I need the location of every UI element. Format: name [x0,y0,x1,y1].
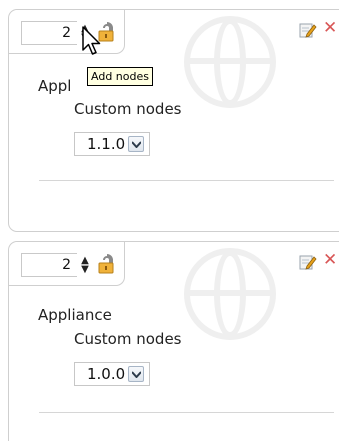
red-x-icon[interactable]: ✕ [323,250,337,270]
version-select[interactable]: 1.1.0 [74,132,150,156]
chevron-down-icon[interactable] [128,136,144,152]
custom-nodes-label: Custom nodes [74,100,182,118]
appliance-title: Appl [38,77,72,95]
node-count-input[interactable]: 2 [21,21,77,45]
up-down-arrows-icon[interactable]: ▲ ▼ [80,256,90,276]
version-select[interactable]: 1.0.0 [74,362,150,386]
chevron-down-icon[interactable] [128,366,144,382]
custom-nodes-label: Custom nodes [74,330,182,348]
node-count-tab: 2 ▲ ▼ [9,10,125,54]
add-nodes-tooltip: Add nodes [87,67,153,86]
globe-icon [184,248,276,340]
appliance-title: Appliance [38,306,112,324]
section-divider [39,412,334,413]
node-count-tab: 2 ▲ ▼ [9,242,125,286]
pencil-edit-icon[interactable] [299,21,317,39]
mouse-pointer-icon [82,26,101,55]
pencil-edit-icon[interactable] [299,253,317,271]
version-value: 1.1.0 [87,135,126,153]
red-x-icon[interactable]: ✕ [323,18,337,38]
arrow-down-icon[interactable]: ▼ [80,265,90,275]
appliance-card-2: 2 ▲ ▼ ✕ Appliance Custom nodes 1.0.0 [8,241,339,441]
screen: 2 ▲ ▼ ✕ Appl Custom nodes 1.1.0 [0,0,339,441]
padlock-icon[interactable] [96,253,118,275]
node-count-input[interactable]: 2 [21,253,77,277]
appliance-card-1: 2 ▲ ▼ ✕ Appl Custom nodes 1.1.0 [8,9,339,232]
version-value: 1.0.0 [87,365,126,383]
globe-icon [184,16,276,108]
section-divider [39,180,334,181]
